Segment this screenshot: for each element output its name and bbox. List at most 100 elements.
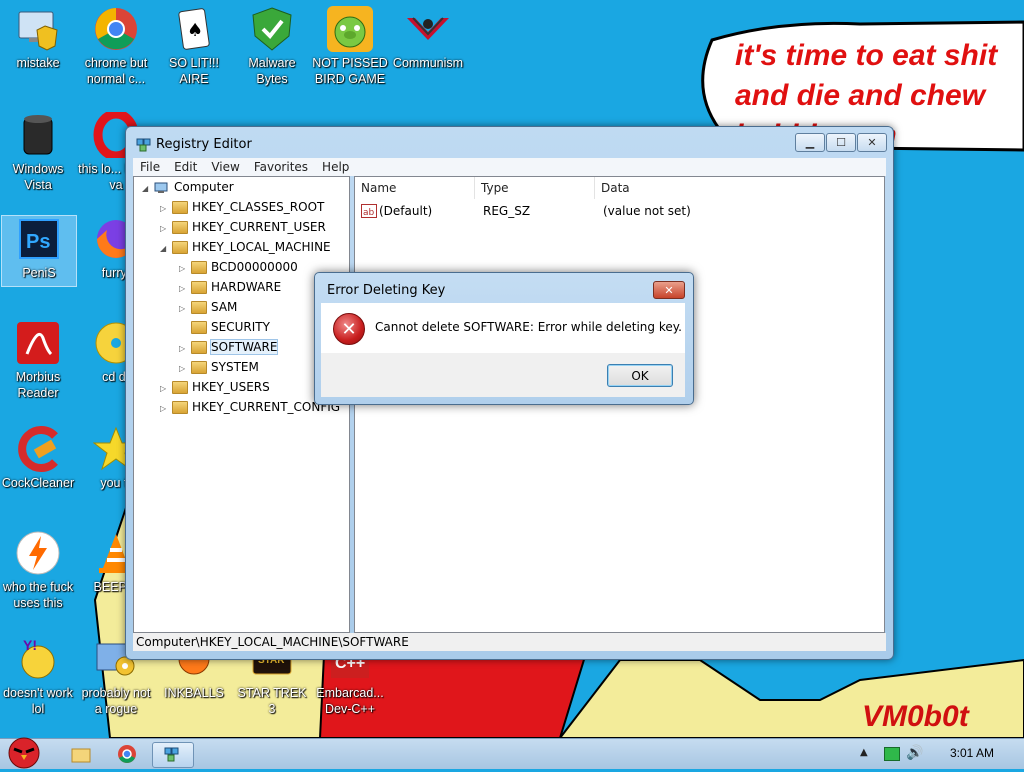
window-titlebar[interactable]: Registry Editor ▁ ☐ ✕ bbox=[126, 127, 893, 157]
tree-node-security[interactable]: SECURITY bbox=[179, 318, 270, 336]
desktop-icon-yahoo[interactable]: Y! doesn't work lol bbox=[0, 636, 76, 717]
svg-text:Y!: Y! bbox=[23, 637, 37, 653]
taskbar-explorer-button[interactable] bbox=[68, 742, 94, 766]
menu-bar: File Edit View Favorites Help bbox=[133, 158, 886, 176]
desktop-icon-penis[interactable]: Ps PeniS bbox=[1, 215, 77, 287]
svg-text:♠: ♠ bbox=[187, 20, 203, 41]
collapsed-icon[interactable]: ▷ bbox=[179, 360, 191, 378]
folder-icon bbox=[191, 321, 207, 334]
collapsed-icon[interactable]: ▷ bbox=[179, 280, 191, 298]
computer-shield-icon bbox=[15, 6, 61, 52]
menu-edit[interactable]: Edit bbox=[167, 158, 204, 176]
pdf-reader-icon bbox=[15, 320, 61, 366]
desktop-icon-chrome[interactable]: chrome but normal c... bbox=[78, 6, 154, 87]
lightning-icon bbox=[15, 530, 61, 576]
tree-node-system[interactable]: ▷ SYSTEM bbox=[179, 358, 259, 376]
wallpaper-signature: VM0b0t bbox=[862, 700, 969, 733]
trash-bin-icon bbox=[15, 112, 61, 158]
folder-icon bbox=[191, 341, 207, 354]
desktop-icon-so-lit-aire[interactable]: ♠ SO LIT!!! AIRE bbox=[156, 6, 232, 87]
taskbar-chrome-button[interactable] bbox=[114, 742, 140, 766]
collapsed-icon[interactable]: ▷ bbox=[160, 400, 172, 418]
collapsed-icon[interactable]: ▷ bbox=[160, 220, 172, 238]
minimize-icon: ▁ bbox=[805, 136, 815, 149]
tree-node-sam[interactable]: ▷ SAM bbox=[179, 298, 237, 316]
svg-text:Ps: Ps bbox=[26, 231, 50, 253]
desktop-icon-communism[interactable]: Communism bbox=[390, 6, 466, 71]
maximize-icon: ☐ bbox=[836, 136, 846, 149]
hammer-sickle-icon bbox=[405, 6, 451, 52]
folder-icon bbox=[172, 201, 188, 214]
shield-check-icon bbox=[249, 6, 295, 52]
expanded-icon[interactable]: ◢ bbox=[142, 180, 154, 198]
tree-node-software[interactable]: ▷ SOFTWARE bbox=[179, 338, 279, 358]
desktop-icon-who-uses-this[interactable]: who the fuck uses this bbox=[0, 530, 76, 611]
maximize-button[interactable]: ☐ bbox=[826, 133, 856, 152]
network-icon[interactable] bbox=[884, 747, 900, 761]
show-hidden-icons-icon[interactable]: ▲ bbox=[860, 747, 868, 758]
collapsed-icon[interactable]: ▷ bbox=[179, 260, 191, 278]
menu-view[interactable]: View bbox=[204, 158, 246, 176]
desktop-icon-morbius-reader[interactable]: Morbius Reader bbox=[0, 320, 76, 401]
ccleaner-icon bbox=[15, 426, 61, 472]
value-data: (value not set) bbox=[603, 204, 691, 218]
column-header-name[interactable]: Name bbox=[355, 177, 475, 199]
taskbar-regedit-button[interactable] bbox=[152, 742, 194, 768]
folder-icon bbox=[172, 221, 188, 234]
yahoo-icon: Y! bbox=[15, 636, 61, 682]
column-header-data[interactable]: Data bbox=[595, 177, 884, 199]
folder-icon bbox=[71, 748, 91, 763]
status-bar: Computer\HKEY_LOCAL_MACHINE\SOFTWARE bbox=[133, 633, 886, 651]
collapsed-icon[interactable]: ▷ bbox=[160, 380, 172, 398]
tree-node-hkey-classes-root[interactable]: ▷ HKEY_CLASSES_ROOT bbox=[160, 198, 324, 216]
green-pig-icon bbox=[327, 6, 373, 52]
error-icon: ✕ bbox=[333, 313, 365, 345]
start-button[interactable] bbox=[2, 733, 46, 769]
dialog-footer: OK bbox=[321, 353, 685, 397]
menu-favorites[interactable]: Favorites bbox=[247, 158, 315, 176]
volume-icon[interactable]: 🔊 bbox=[906, 745, 923, 761]
desktop-icon-cockcleaner[interactable]: CockCleaner bbox=[0, 426, 76, 491]
collapsed-icon[interactable]: ▷ bbox=[179, 340, 191, 358]
tree-node-hkey-local-machine[interactable]: ◢ HKEY_LOCAL_MACHINE bbox=[160, 238, 331, 256]
dialog-close-button[interactable]: ✕ bbox=[653, 281, 685, 299]
ok-button[interactable]: OK bbox=[607, 364, 673, 387]
folder-icon bbox=[172, 241, 188, 254]
collapsed-icon[interactable]: ▷ bbox=[179, 300, 191, 318]
regedit-icon bbox=[136, 138, 151, 152]
window-title: Registry Editor bbox=[156, 137, 252, 152]
minimize-button[interactable]: ▁ bbox=[795, 133, 825, 152]
collapsed-icon[interactable]: ▷ bbox=[160, 200, 172, 218]
tree-node-hkey-users[interactable]: ▷ HKEY_USERS bbox=[160, 378, 270, 396]
column-header-type[interactable]: Type bbox=[475, 177, 595, 199]
tree-node-computer[interactable]: ◢ Computer bbox=[142, 178, 234, 196]
folder-icon bbox=[191, 361, 207, 374]
desktop-icon-mistake[interactable]: mistake bbox=[0, 6, 76, 71]
desktop-icon-not-pissed-bird-game[interactable]: NOT PISSED BIRD GAME bbox=[312, 6, 388, 87]
close-icon: ✕ bbox=[867, 136, 877, 149]
error-dialog[interactable]: Error Deleting Key ✕ ✕ Cannot delete SOF… bbox=[314, 272, 694, 405]
folder-icon bbox=[191, 261, 207, 274]
cards-icon: ♠ bbox=[171, 6, 217, 52]
tree-node-hardware[interactable]: ▷ HARDWARE bbox=[179, 278, 281, 296]
tree-node-hkey-current-user[interactable]: ▷ HKEY_CURRENT_USER bbox=[160, 218, 326, 236]
taskbar-clock[interactable]: 3:01 AM bbox=[950, 746, 994, 760]
desktop-icon-windows-vista[interactable]: Windows Vista bbox=[0, 112, 76, 193]
value-type: REG_SZ bbox=[483, 204, 531, 218]
value-name: (Default) bbox=[379, 204, 433, 218]
folder-icon bbox=[191, 301, 207, 314]
chrome-icon bbox=[93, 6, 139, 52]
menu-file[interactable]: File bbox=[133, 158, 167, 176]
photoshop-icon: Ps bbox=[16, 216, 62, 262]
status-path: Computer\HKEY_LOCAL_MACHINE\SOFTWARE bbox=[136, 635, 409, 649]
tree-node-bcd00000000[interactable]: ▷ BCD00000000 bbox=[179, 258, 298, 276]
menu-help[interactable]: Help bbox=[315, 158, 356, 176]
expanded-icon[interactable]: ◢ bbox=[160, 240, 172, 258]
taskbar: ▲ 🔊 3:01 AM bbox=[0, 737, 1024, 769]
dialog-title: Error Deleting Key bbox=[327, 283, 446, 298]
string-value-icon: ab bbox=[361, 204, 377, 224]
close-button[interactable]: ✕ bbox=[857, 133, 887, 152]
error-message: Cannot delete SOFTWARE: Error while dele… bbox=[375, 320, 682, 334]
desktop-icon-malwarebytes[interactable]: Malware Bytes bbox=[234, 6, 310, 87]
table-row[interactable]: ab (Default) REG_SZ (value not set) bbox=[355, 201, 884, 221]
